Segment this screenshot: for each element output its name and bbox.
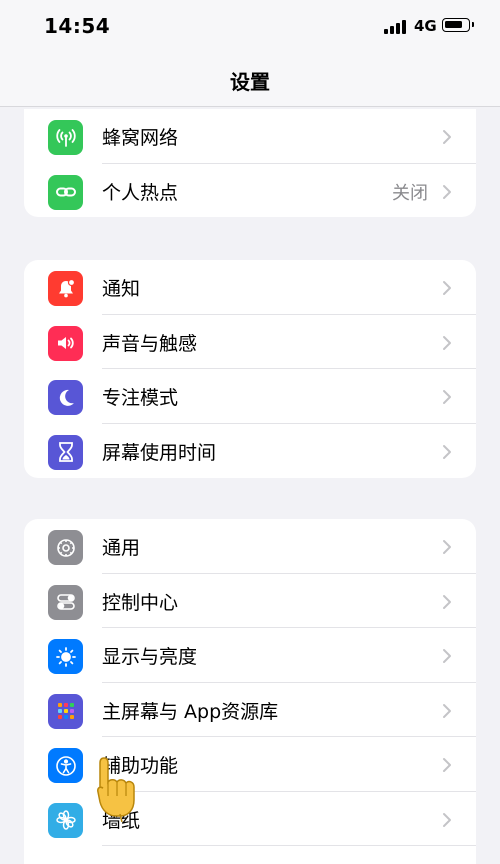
- settings-row-sounds[interactable]: 声音与触感: [24, 315, 476, 369]
- settings-row-screen-time[interactable]: 屏幕使用时间: [24, 424, 476, 479]
- settings-row-label: 控制中心: [102, 591, 179, 614]
- settings-row-hotspot[interactable]: 个人热点 关闭: [24, 164, 476, 218]
- settings-row-label: 通用: [102, 537, 141, 559]
- settings-row-wallpaper[interactable]: 墙纸: [24, 792, 476, 846]
- chevron-right-icon: [443, 390, 451, 404]
- row-divider: [102, 845, 476, 846]
- cellular-icon: [48, 120, 83, 155]
- chevron-right-icon: [443, 540, 451, 554]
- signal-icon: [384, 20, 408, 34]
- chevron-right-icon: [443, 184, 451, 199]
- chevron-right-icon: [443, 281, 451, 295]
- settings-row-accessibility[interactable]: 辅助功能: [24, 737, 476, 792]
- chevron-right-icon: [443, 130, 451, 144]
- settings-group-notifications: 通知 声音与触感 专注模式 屏幕使用时间: [24, 260, 476, 478]
- chevron-right-icon: [443, 335, 451, 350]
- sun-icon: [48, 639, 83, 674]
- chevron-right-icon: [443, 649, 451, 663]
- settings-row-focus[interactable]: 专注模式: [24, 369, 476, 424]
- settings-row-label: 主屏幕与 App资源库: [102, 700, 279, 723]
- battery-icon: [442, 18, 474, 32]
- settings-row-cellular[interactable]: 蜂窝网络: [24, 109, 476, 164]
- chevron-right-icon: [443, 703, 451, 718]
- settings-row-general[interactable]: 通用: [24, 519, 476, 574]
- page-title: 设置: [230, 70, 270, 94]
- app-grid-icon: [48, 693, 83, 729]
- pointing-hand-icon: [97, 757, 135, 822]
- settings-row-label: 声音与触感: [102, 332, 198, 355]
- chevron-right-icon: [443, 812, 451, 827]
- chevron-right-icon: [443, 758, 451, 772]
- network-type: 4G: [414, 17, 437, 35]
- status-time: 14:54: [44, 14, 111, 38]
- status-bar: 14:54 4G: [0, 0, 500, 58]
- settings-group-general: 通用 控制中心 显示与亮度 主屏幕与 App资源库 辅助功能: [24, 519, 476, 864]
- moon-icon: [48, 380, 83, 415]
- settings-row-notifications[interactable]: 通知: [24, 260, 476, 315]
- chevron-right-icon: [443, 594, 451, 609]
- hotspot-status: 关闭: [392, 182, 428, 204]
- settings-row-home-screen[interactable]: 主屏幕与 App资源库: [24, 683, 476, 737]
- accessibility-icon: [48, 748, 83, 783]
- settings-row-label: 屏幕使用时间: [102, 441, 217, 464]
- bell-icon: [48, 271, 83, 306]
- chevron-right-icon: [443, 444, 451, 459]
- settings-row-label: 显示与亮度: [102, 646, 198, 668]
- settings-group-connectivity: 蜂窝网络 个人热点 关闭: [24, 109, 476, 217]
- navigation-bar: 设置: [0, 58, 500, 107]
- flower-icon: [48, 802, 83, 838]
- gear-icon: [48, 530, 83, 565]
- settings-row-label: 个人热点: [102, 181, 179, 204]
- hotspot-icon: [48, 174, 83, 210]
- toggles-icon: [48, 584, 83, 620]
- settings-row-label: 专注模式: [102, 387, 179, 409]
- hourglass-icon: [48, 434, 83, 470]
- settings-row-display[interactable]: 显示与亮度: [24, 628, 476, 683]
- speaker-icon: [48, 325, 83, 361]
- settings-row-label: 蜂窝网络: [102, 127, 179, 149]
- settings-row-control-center[interactable]: 控制中心: [24, 574, 476, 628]
- settings-row-label: 通知: [102, 278, 141, 300]
